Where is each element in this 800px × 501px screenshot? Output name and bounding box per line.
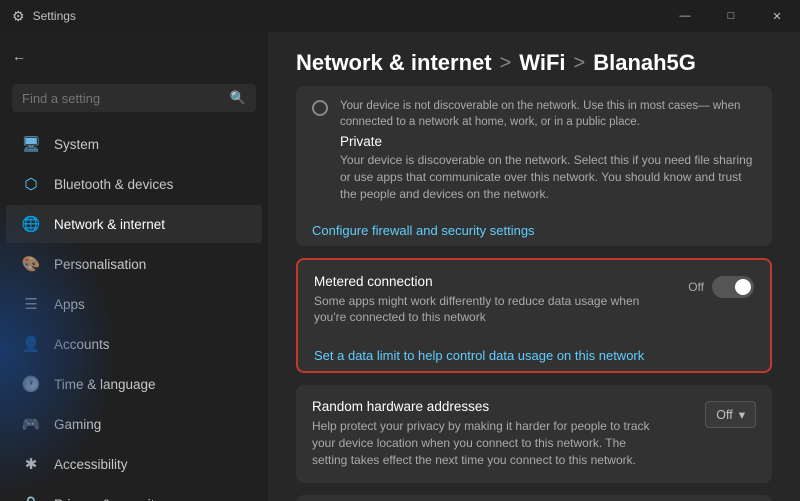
sidebar-item-time[interactable]: 🕐 Time & language	[6, 365, 262, 403]
toggle-group: Off	[688, 274, 754, 298]
metered-row: Metered connection Some apps might work …	[298, 260, 770, 341]
hardware-dropdown-label: Off	[716, 408, 732, 422]
bluetooth-icon: ⬡	[22, 175, 40, 193]
sidebar-item-label-privacy: Privacy & security	[54, 497, 161, 501]
sidebar-item-privacy[interactable]: 🔒 Privacy & security	[6, 485, 262, 501]
sidebar-item-label-bluetooth: Bluetooth & devices	[54, 177, 173, 192]
hardware-card: Random hardware addresses Help protect y…	[296, 385, 772, 482]
accessibility-icon: ✱	[22, 455, 40, 473]
privacy-icon: 🔒	[22, 495, 40, 501]
private-radio[interactable]	[312, 100, 328, 116]
chevron-down-icon: ▾	[739, 407, 745, 422]
hardware-info: Random hardware addresses Help protect y…	[312, 399, 652, 468]
sidebar-item-label-personalisation: Personalisation	[54, 257, 146, 272]
metered-title: Metered connection	[314, 274, 654, 289]
gaming-icon: 🎮	[22, 415, 40, 433]
metered-toggle[interactable]	[712, 276, 754, 298]
minimize-button[interactable]: —	[662, 0, 708, 32]
sidebar-item-gaming[interactable]: 🎮 Gaming	[6, 405, 262, 443]
sidebar-item-label-network: Network & internet	[54, 217, 165, 232]
sidebar-item-label-time: Time & language	[54, 377, 156, 392]
system-icon: 🖥	[22, 135, 40, 153]
hardware-desc: Help protect your privacy by making it h…	[312, 418, 652, 468]
breadcrumb-part1: Network & internet	[296, 50, 492, 76]
sidebar-item-label-apps: Apps	[54, 297, 85, 312]
content-header: Network & internet > WiFi > Blanah5G	[268, 32, 800, 86]
close-button[interactable]: ✕	[754, 0, 800, 32]
note-card: Your device is not discoverable on the n…	[296, 86, 772, 246]
settings-window-icon: ⚙	[12, 8, 25, 25]
private-text-block: Your device is not discoverable on the n…	[340, 98, 756, 203]
metered-info: Metered connection Some apps might work …	[314, 274, 654, 327]
titlebar-controls: — □ ✕	[662, 0, 800, 32]
search-icon: 🔍	[230, 90, 246, 106]
breadcrumb-sep2: >	[574, 52, 586, 75]
titlebar-title: Settings	[33, 9, 76, 23]
breadcrumb-sep1: >	[500, 52, 512, 75]
breadcrumb: Network & internet > WiFi > Blanah5G	[296, 50, 772, 76]
content-scroll: Your device is not discoverable on the n…	[268, 86, 800, 501]
sidebar-item-label-system: System	[54, 137, 99, 152]
sidebar-item-label-accounts: Accounts	[54, 337, 110, 352]
titlebar: ⚙ Settings — □ ✕	[0, 0, 800, 32]
back-button[interactable]: ←	[0, 40, 268, 72]
ip-section: IP assignment: Automatic (DHCP) Edit	[296, 495, 772, 501]
hardware-row: Random hardware addresses Help protect y…	[296, 385, 772, 482]
search-container: 🔍	[12, 84, 256, 112]
app-body: ← 🔍 🖥 System ⬡ Bluetooth & devices 🌐 Net…	[0, 32, 800, 501]
time-icon: 🕐	[22, 375, 40, 393]
sidebar-item-label-accessibility: Accessibility	[54, 457, 128, 472]
breadcrumb-part2: WiFi	[519, 50, 565, 76]
note-text: Your device is not discoverable on the n…	[340, 98, 756, 134]
network-icon: 🌐	[22, 215, 40, 233]
sidebar-item-accessibility[interactable]: ✱ Accessibility	[6, 445, 262, 483]
sidebar-item-label-gaming: Gaming	[54, 417, 101, 432]
firewall-link[interactable]: Configure firewall and security settings	[296, 215, 772, 246]
breadcrumb-part3: Blanah5G	[593, 50, 696, 76]
sidebar-item-bluetooth[interactable]: ⬡ Bluetooth & devices	[6, 165, 262, 203]
accounts-icon: 👤	[22, 335, 40, 353]
data-limit-link[interactable]: Set a data limit to help control data us…	[298, 340, 770, 371]
search-input[interactable]	[22, 91, 222, 106]
ip-card: IP assignment: Automatic (DHCP) Edit	[296, 495, 772, 501]
sidebar-item-system[interactable]: 🖥 System	[6, 125, 262, 163]
main-content: Network & internet > WiFi > Blanah5G You…	[268, 32, 800, 501]
back-arrow-icon: ←	[12, 48, 26, 64]
private-section: Your device is not discoverable on the n…	[296, 86, 772, 215]
private-desc: Your device is discoverable on the netwo…	[340, 152, 756, 202]
metered-card: Metered connection Some apps might work …	[296, 258, 772, 374]
personalisation-icon: 🎨	[22, 255, 40, 273]
sidebar-item-personalisation[interactable]: 🎨 Personalisation	[6, 245, 262, 283]
apps-icon: ☰	[22, 295, 40, 313]
maximize-button[interactable]: □	[708, 0, 754, 32]
titlebar-left: ⚙ Settings	[12, 8, 76, 25]
sidebar-item-apps[interactable]: ☰ Apps	[6, 285, 262, 323]
metered-desc: Some apps might work differently to redu…	[314, 293, 654, 327]
sidebar-item-network[interactable]: 🌐 Network & internet	[6, 205, 262, 243]
hardware-dropdown[interactable]: Off ▾	[705, 401, 756, 428]
sidebar-item-accounts[interactable]: 👤 Accounts	[6, 325, 262, 363]
sidebar: ← 🔍 🖥 System ⬡ Bluetooth & devices 🌐 Net…	[0, 32, 268, 501]
hardware-title: Random hardware addresses	[312, 399, 652, 414]
toggle-off-label: Off	[688, 280, 704, 294]
private-title: Private	[340, 134, 756, 149]
